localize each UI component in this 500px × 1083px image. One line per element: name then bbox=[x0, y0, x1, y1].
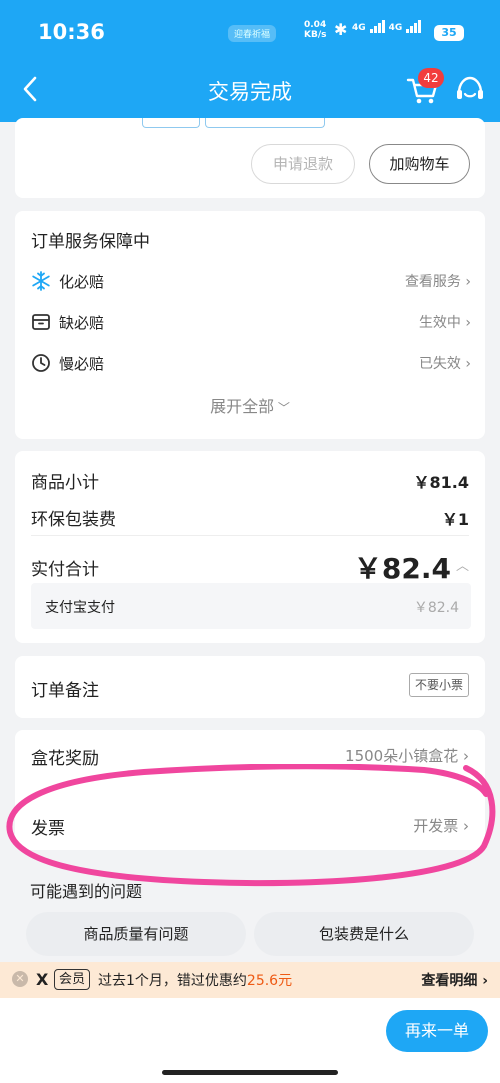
network-speed-value: 0.04 bbox=[304, 20, 327, 30]
chevron-right-icon: › bbox=[463, 747, 469, 765]
service-item-status: 生效中 › bbox=[418, 315, 471, 331]
status-time: 10:36 bbox=[38, 20, 105, 44]
chevron-right-icon: › bbox=[465, 356, 471, 372]
view-details-link[interactable]: 查看明细 › bbox=[421, 970, 488, 990]
header: 10:36 迎春祈福 0.04 KB/s ✱ 4G 4G 35 交易完成 42 bbox=[0, 0, 500, 122]
box-icon bbox=[32, 314, 50, 330]
clock-icon bbox=[32, 354, 50, 372]
chevron-right-icon: › bbox=[463, 817, 469, 835]
invoice-action: 开发票 › bbox=[413, 817, 469, 835]
total-label: 实付合计 bbox=[31, 560, 99, 580]
vip-tag: 会员 bbox=[54, 969, 91, 990]
refund-button[interactable]: 申请退款 bbox=[251, 144, 355, 184]
home-indicator[interactable] bbox=[162, 1070, 338, 1075]
status-bar: 10:36 迎春祈福 0.04 KB/s ✱ 4G 4G 35 bbox=[0, 0, 500, 64]
service-item-label: 化必赔 bbox=[59, 273, 105, 291]
reward-value: 1500朵小镇盒花 › bbox=[345, 747, 469, 765]
service-item[interactable]: 化必赔 查看服务 › bbox=[31, 269, 471, 293]
faq-button[interactable]: 商品质量有问题 bbox=[26, 912, 246, 956]
network-type-1: 4G bbox=[352, 23, 366, 33]
network-speed: 0.04 KB/s bbox=[304, 20, 326, 40]
headset-icon bbox=[457, 76, 483, 99]
remark-label: 订单备注 bbox=[31, 681, 99, 701]
clipped-button bbox=[142, 118, 200, 128]
payment-detail: 支付宝支付 ￥82.4 bbox=[31, 583, 471, 629]
status-pill: 迎春祈福 bbox=[228, 25, 277, 42]
signal-icon bbox=[369, 20, 385, 33]
order-remark-card: 订单备注 不要小票 bbox=[15, 656, 485, 718]
service-guarantee-card: 订单服务保障中 化必赔 查看服务 › 缺必赔 生效中 › 慢必赔 已失效 › 展… bbox=[15, 211, 485, 439]
service-item[interactable]: 缺必赔 生效中 › bbox=[31, 310, 471, 334]
chevron-right-icon: › bbox=[465, 315, 471, 331]
nav-bar: 交易完成 42 bbox=[0, 64, 500, 116]
faq-title: 可能遇到的问题 bbox=[30, 882, 143, 901]
bottom-bar: 再来一单 bbox=[0, 998, 500, 1083]
signal-indicators: 4G 4G bbox=[352, 20, 422, 33]
network-speed-unit: KB/s bbox=[304, 30, 327, 40]
vip-amount: 25.6元 bbox=[246, 973, 293, 989]
chevron-right-icon: › bbox=[482, 973, 488, 989]
service-item[interactable]: 慢必赔 已失效 › bbox=[31, 351, 471, 375]
remark-tag: 不要小票 bbox=[408, 673, 469, 697]
battery-icon: 35 bbox=[434, 25, 464, 41]
network-type-2: 4G bbox=[388, 23, 403, 33]
cart-count-badge: 42 bbox=[418, 68, 444, 88]
reward-label: 盒花奖励 bbox=[31, 749, 99, 769]
price-summary-card: 商品小计 ￥81.4 环保包装费 ￥1 实付合计 ￥82.4 ︿ 支付宝支付 ￥… bbox=[15, 451, 485, 643]
chevron-right-icon: › bbox=[465, 274, 471, 290]
reward-invoice-card: 盒花奖励 1500朵小镇盒花 › 发票 开发票 › bbox=[15, 730, 485, 850]
service-item-label: 慢必赔 bbox=[59, 355, 105, 373]
vip-promo-bar[interactable]: ✕ X 会员 过去1个月，错过优惠约25.6元 查看明细 › bbox=[0, 962, 500, 998]
subtotal-label: 商品小计 bbox=[31, 473, 99, 493]
expand-all-button[interactable]: 展开全部 ﹀ bbox=[15, 393, 485, 417]
faq-button[interactable]: 包装费是什么 bbox=[254, 912, 474, 956]
service-title: 订单服务保障中 bbox=[31, 232, 150, 252]
service-item-label: 缺必赔 bbox=[59, 314, 105, 332]
service-item-status: 查看服务 › bbox=[404, 274, 471, 290]
payment-amount: ￥82.4 bbox=[413, 600, 459, 616]
divider bbox=[31, 535, 469, 536]
packaging-fee-label: 环保包装费 bbox=[31, 510, 116, 530]
chevron-down-icon: ﹀ bbox=[274, 401, 290, 415]
chevron-up-icon[interactable]: ︿ bbox=[456, 555, 469, 574]
subtotal-value: ￥81.4 bbox=[413, 473, 469, 492]
clipped-button bbox=[205, 118, 325, 128]
customer-service-button[interactable] bbox=[454, 74, 486, 106]
reorder-button[interactable]: 再来一单 bbox=[386, 1010, 488, 1052]
payment-method: 支付宝支付 bbox=[45, 600, 115, 616]
close-icon[interactable]: ✕ bbox=[12, 971, 28, 987]
total-value: ￥82.4 bbox=[353, 552, 451, 585]
add-to-cart-button[interactable]: 加购物车 bbox=[369, 144, 470, 184]
vip-promo-text: 过去1个月，错过优惠约25.6元 bbox=[98, 973, 293, 989]
packaging-fee-value: ￥1 bbox=[441, 510, 469, 529]
signal-icon bbox=[406, 20, 422, 33]
order-actions-card: 申请退款 加购物车 bbox=[15, 118, 485, 198]
snowflake-icon bbox=[32, 271, 50, 291]
service-item-status: 已失效 › bbox=[418, 356, 471, 372]
invoice-label: 发票 bbox=[31, 819, 65, 839]
bluetooth-icon: ✱ bbox=[334, 20, 348, 39]
vip-logo: X bbox=[36, 970, 49, 989]
